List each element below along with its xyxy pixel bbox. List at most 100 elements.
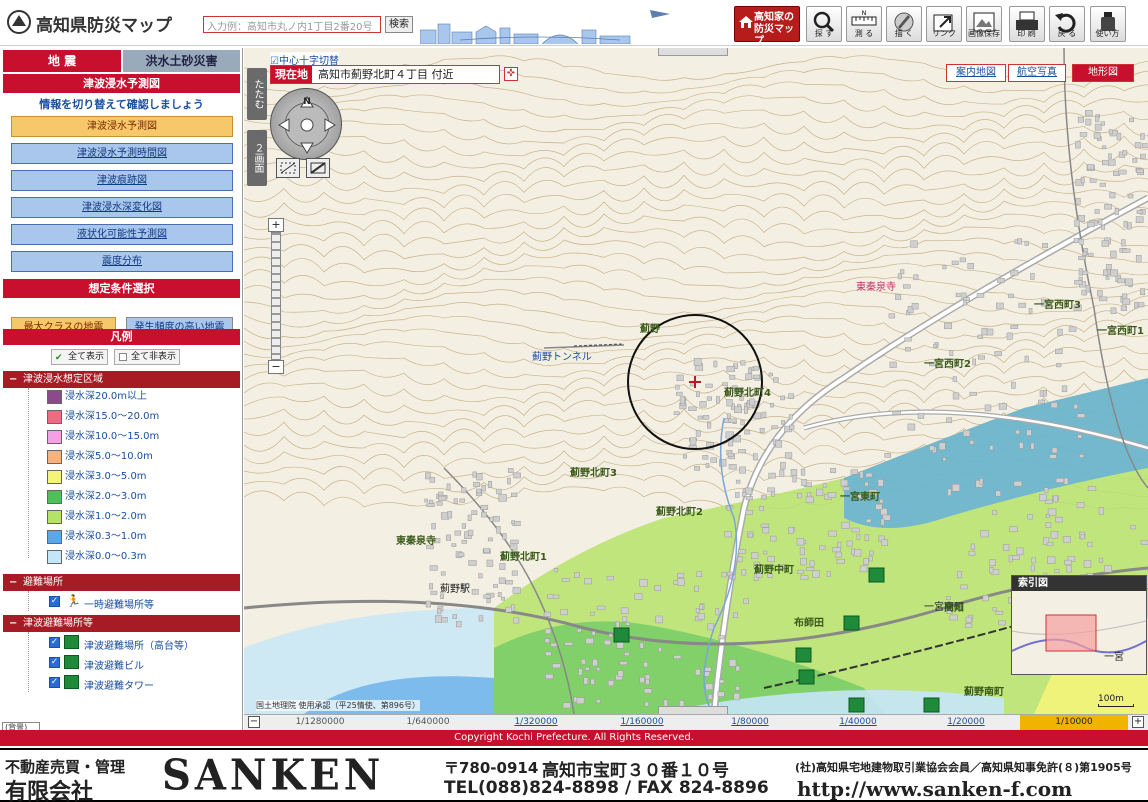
- zoom-track[interactable]: [271, 232, 281, 360]
- measure-box-tool-button[interactable]: [306, 158, 330, 178]
- tree-line: [28, 388, 29, 558]
- legend-checkbox[interactable]: ✓: [49, 596, 60, 607]
- scale-option[interactable]: 1/10000: [1020, 715, 1128, 730]
- scale-zoom-in-button[interactable]: +: [1132, 716, 1144, 728]
- zoom-slider[interactable]: + −: [268, 218, 284, 374]
- toolbar-measure-button[interactable]: N 測 る: [846, 6, 882, 42]
- banner-company-type: 有限会社: [5, 780, 94, 802]
- scale-option[interactable]: 1/320000: [482, 715, 590, 730]
- pan-south-handle[interactable]: [658, 706, 728, 714]
- legend-item-label: 浸水深0.3〜1.0m: [65, 531, 147, 542]
- tree-line: [28, 591, 29, 611]
- zoom-box-tool-button[interactable]: [276, 158, 300, 178]
- zoom-out-button[interactable]: −: [268, 360, 284, 374]
- collapse-minus-icon[interactable]: −: [9, 615, 17, 632]
- hide-all-label: 全て非表示: [131, 352, 177, 362]
- map-area[interactable]: ☑中心十字切替 現在地 高知市薊野北町４丁目 付近 ✜ たたむ ２画面 N + −…: [244, 48, 1148, 714]
- map-type-guide-map-tab[interactable]: 案内地図: [946, 64, 1006, 82]
- scale-bar: 100m: [1098, 694, 1134, 707]
- map-place-label: 東秦泉寺: [856, 282, 896, 293]
- map-inundation-depth-change-button[interactable]: 津波浸水深変化図: [11, 197, 233, 218]
- tsunami-evacuation-icon: [64, 635, 79, 649]
- app-window: 高知県防災マップ 入力例：高知市丸ノ内1丁目2番20号 検索 高知家の防災マップ…: [0, 0, 1148, 802]
- map-place-label: 薊野: [640, 324, 660, 335]
- map-place-label: 薊野北町4: [724, 388, 771, 399]
- legend-checkbox[interactable]: ✓: [49, 657, 60, 668]
- map-place-label: 薊野駅: [440, 584, 470, 595]
- tsunami-evacuation-icon: [843, 615, 860, 631]
- toolbar-help-button[interactable]: 使い方: [1089, 6, 1126, 42]
- city-skyline-decoration-icon: [420, 10, 670, 44]
- tab-earthquake[interactable]: 地 震: [3, 50, 121, 72]
- overview-map[interactable]: 索引図: [1011, 575, 1147, 675]
- legend-checkbox[interactable]: ✓: [49, 637, 60, 648]
- dual-screen-button[interactable]: ２画面: [247, 130, 267, 186]
- kochi-home-disaster-map-button[interactable]: 高知家の防災マップ: [734, 6, 800, 47]
- legend-group-tsunami-evacuation[interactable]: − 津波避難場所等: [3, 615, 240, 632]
- dashed-box-icon: [280, 162, 296, 174]
- house-icon: [739, 16, 753, 28]
- address-search-input[interactable]: 入力例：高知市丸ノ内1丁目2番20号: [203, 16, 381, 33]
- map-place-label: 薊野南町: [964, 687, 1004, 698]
- overview-title: 索引図: [1012, 576, 1146, 591]
- map-place-label: 薊野北町2: [656, 507, 703, 518]
- current-location-box: 現在地 高知市薊野北町４丁目 付近: [270, 65, 500, 84]
- hide-all-button[interactable]: 全て非表示: [114, 349, 180, 365]
- map-liquefaction-button[interactable]: 液状化可能性予測図: [11, 224, 233, 245]
- legend-swatch: [47, 450, 62, 464]
- home-button-label: 高知家の防災マップ: [754, 12, 794, 47]
- toolbar-back-button[interactable]: 戻 る: [1049, 6, 1085, 42]
- tsunami-evacuation-icon: [868, 567, 885, 583]
- map-tsunami-inundation-button[interactable]: 津波浸水予測図: [11, 116, 233, 137]
- toolbar-find-button[interactable]: 探 す: [806, 6, 842, 42]
- map-type-topographic-tab[interactable]: 地形図: [1072, 64, 1134, 82]
- map-tsunami-arrival-time-button[interactable]: 津波浸水予測時間図: [11, 143, 233, 164]
- legend-group-evacuation-site[interactable]: − 避難場所: [3, 574, 240, 591]
- toolbar-draw-button[interactable]: 描 く: [886, 6, 922, 42]
- map-type-aerial-photo-tab[interactable]: 航空写真: [1008, 64, 1066, 82]
- show-all-label: 全て表示: [68, 352, 105, 362]
- legend-checkbox[interactable]: ✓: [49, 677, 60, 688]
- scale-option[interactable]: 1/80000: [696, 715, 804, 730]
- pan-compass-control[interactable]: N: [270, 88, 342, 160]
- svg-text:N: N: [862, 10, 867, 17]
- locate-target-icon[interactable]: ✜: [504, 67, 518, 81]
- toolbar-link-button[interactable]: リンク: [926, 6, 962, 42]
- scale-option[interactable]: 1/160000: [588, 715, 696, 730]
- toolbar-save-image-button[interactable]: 画像保存: [966, 6, 1002, 42]
- scenario-title: 想定条件選択: [3, 279, 240, 298]
- diagonal-box-icon: [310, 162, 326, 174]
- legend-item-label: 浸水深10.0〜15.0m: [65, 431, 160, 442]
- map-place-label: 一宮西町3: [1034, 300, 1081, 311]
- search-button[interactable]: 検索: [385, 16, 413, 33]
- legend-group-tsunami-zone[interactable]: − 津波浸水想定区域: [3, 371, 240, 388]
- scale-option[interactable]: 1/20000: [912, 715, 1020, 730]
- pan-north-handle[interactable]: [658, 48, 728, 56]
- legend-item-label: 浸水深2.0〜3.0m: [65, 491, 147, 502]
- legend-swatch: [47, 390, 62, 404]
- legend-item: 浸水深20.0m以上: [47, 388, 147, 406]
- map-tsunami-trace-button[interactable]: 津波痕跡図: [11, 170, 233, 191]
- scale-option[interactable]: 1/40000: [804, 715, 912, 730]
- zoom-in-button[interactable]: +: [268, 218, 284, 232]
- scale-option[interactable]: 1/1280000: [266, 715, 374, 730]
- advertiser-banner: 不動産売買・管理 有限会社 SANKEN 〒780-0914 高知市宝町３０番１…: [0, 748, 1148, 802]
- toolbar-help-label: 使い方: [1095, 29, 1120, 38]
- collapse-minus-icon[interactable]: −: [9, 574, 17, 591]
- show-all-button[interactable]: ✔ 全て表示: [51, 349, 108, 365]
- tab-flood-landslide[interactable]: 洪水土砂災害: [123, 50, 240, 72]
- scale-option[interactable]: 1/640000: [374, 715, 482, 730]
- legend-swatch: [47, 550, 62, 564]
- map-place-label: 薊野トンネル: [532, 352, 592, 363]
- scale-zoom-out-button[interactable]: −: [248, 716, 260, 728]
- toolbar-print-button[interactable]: 印 刷: [1008, 6, 1045, 42]
- svg-text:N: N: [303, 97, 311, 107]
- collapse-minus-icon[interactable]: −: [9, 371, 17, 388]
- collapse-panel-label: たたむ: [252, 79, 263, 109]
- legend-item: 浸水深0.3〜1.0m: [47, 528, 147, 546]
- scale-bar-line: [1098, 704, 1134, 707]
- banner-url[interactable]: http://www.sanken-f.com: [797, 777, 1072, 801]
- collapse-panel-button[interactable]: たたむ: [247, 68, 267, 120]
- map-place-label: 一宮: [1104, 652, 1124, 663]
- map-seismic-intensity-button[interactable]: 震度分布: [11, 251, 233, 272]
